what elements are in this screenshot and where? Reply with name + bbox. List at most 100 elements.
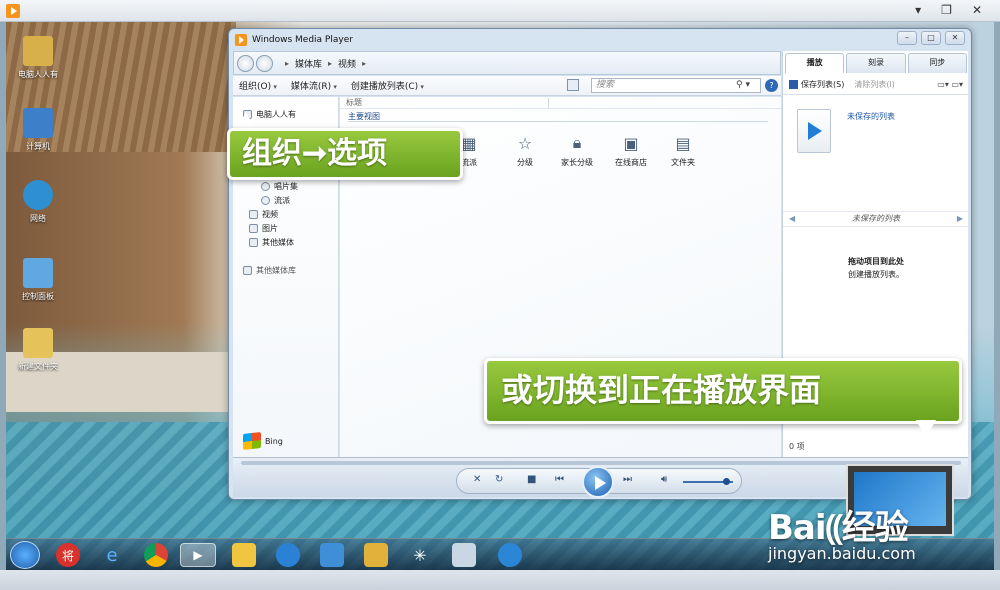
other-media-icon bbox=[249, 238, 258, 247]
back-button[interactable] bbox=[237, 54, 254, 72]
start-button[interactable] bbox=[10, 541, 40, 569]
ie-icon[interactable]: e bbox=[100, 543, 124, 567]
nav-other-libraries[interactable]: 其他媒体库 bbox=[243, 265, 296, 276]
tile-online-store[interactable]: ▣ 在线商店 bbox=[604, 133, 658, 168]
browser-icon[interactable] bbox=[276, 543, 300, 567]
genre-icon bbox=[261, 196, 270, 205]
tile-rating[interactable]: ☆ 分级 bbox=[498, 133, 552, 168]
next-icon[interactable]: ⏭ bbox=[623, 474, 632, 485]
picture-icon bbox=[249, 224, 258, 233]
callout-organize-options: 组织➞选项 bbox=[227, 128, 463, 180]
desktop-icon-control-panel[interactable]: 控制面板 bbox=[8, 258, 68, 302]
shuffle-icon[interactable]: ✕ bbox=[473, 474, 481, 485]
breadcrumb-arrow-icon: ▸ bbox=[362, 58, 367, 68]
paint-icon[interactable] bbox=[452, 543, 476, 567]
nav-item-video[interactable]: 视频 bbox=[249, 209, 278, 220]
nav-item-other-media[interactable]: 其他媒体 bbox=[249, 237, 294, 248]
explorer-icon[interactable] bbox=[364, 543, 388, 567]
breadcrumb-arrow-icon: ▸ bbox=[328, 58, 333, 68]
stream-menu[interactable]: 媒体流(R) bbox=[291, 79, 337, 92]
recorder-app-icon bbox=[6, 4, 20, 18]
tab-sync[interactable]: 同步 bbox=[907, 53, 967, 73]
view-options-icon[interactable] bbox=[567, 79, 579, 91]
outer-minimize-button[interactable]: ▾ bbox=[915, 3, 921, 17]
unsaved-list-title[interactable]: 未保存的列表 bbox=[847, 111, 895, 122]
tab-burn[interactable]: 刻录 bbox=[846, 53, 906, 73]
nav-label: 电脑人人有 bbox=[256, 110, 296, 119]
arrow-right-icon[interactable]: ▶ bbox=[957, 212, 963, 226]
desktop-icon-label: 控制面板 bbox=[22, 292, 54, 301]
nav-label: 图片 bbox=[262, 224, 278, 233]
nav-label: 其他媒体 bbox=[262, 238, 294, 247]
outer-window-controls: ▾ ❐ ✕ bbox=[915, 3, 982, 17]
column-header-title[interactable]: 标题 bbox=[340, 97, 781, 109]
wmp-title-text: Windows Media Player bbox=[252, 35, 353, 45]
create-playlist-menu[interactable]: 创建播放列表(C) bbox=[351, 79, 424, 92]
wmp-maximize-button[interactable]: □ bbox=[921, 31, 941, 45]
wmp-minimize-button[interactable]: – bbox=[897, 31, 917, 45]
wmp-titlebar: Windows Media Player bbox=[235, 32, 353, 48]
library-toolbar: 组织(O) 媒体流(R) 创建播放列表(C) 搜索 ⚲ ▾ ? bbox=[233, 76, 781, 96]
mute-icon[interactable]: 🔊︎ bbox=[661, 474, 667, 485]
outer-titlebar: ▾ ❐ ✕ bbox=[0, 0, 1000, 22]
wmp-close-button[interactable]: ✕ bbox=[945, 31, 965, 45]
app-icon-blue[interactable] bbox=[498, 543, 522, 567]
nav-item-pictures[interactable]: 图片 bbox=[249, 223, 278, 234]
baidu-watermark-url: jingyan.baidu.com bbox=[768, 544, 916, 563]
tile-label: 流派 bbox=[461, 158, 477, 167]
nav-label: 其他媒体库 bbox=[256, 266, 296, 275]
organize-menu[interactable]: 组织(O) bbox=[239, 79, 277, 92]
other-library-icon bbox=[243, 266, 252, 275]
drag-hint-title: 拖动项目到此处 bbox=[848, 257, 904, 266]
nav-label: 视频 bbox=[262, 210, 278, 219]
nav-item-genre[interactable]: 流派 bbox=[261, 195, 290, 206]
desktop-icon-user[interactable]: 电脑人人有 bbox=[8, 36, 68, 80]
desktop-icon-computer[interactable]: 计算机 bbox=[8, 108, 68, 152]
desktop-icon-new-folder[interactable]: 新建文件夹 bbox=[8, 328, 68, 372]
computer-icon bbox=[23, 108, 53, 138]
outer-close-button[interactable]: ✕ bbox=[972, 3, 982, 17]
outer-maximize-button[interactable]: ❐ bbox=[941, 3, 952, 17]
repeat-icon[interactable]: ↻ bbox=[495, 474, 503, 485]
stop-icon[interactable]: ■ bbox=[527, 474, 536, 485]
breadcrumb-library[interactable]: 媒体库 bbox=[295, 57, 322, 70]
item-count: 0 项 bbox=[789, 442, 805, 451]
store-icon: ▣ bbox=[623, 133, 639, 153]
volume-knob[interactable] bbox=[723, 478, 730, 485]
list-toolbar: 保存列表(S) 清除列表(I) ▭▾ ▭▾ bbox=[783, 75, 969, 95]
tab-play[interactable]: 播放 bbox=[785, 53, 845, 73]
playback-controls: ✕ ↻ ■ ⏮ ⏭ 🔊︎ bbox=[456, 466, 742, 498]
app-icon-red[interactable]: 将 bbox=[56, 543, 80, 567]
wmp-taskbar-icon[interactable]: ▶ bbox=[180, 543, 216, 567]
desktop-icon-network[interactable]: 网络 bbox=[8, 180, 68, 224]
windows-flag-icon bbox=[243, 432, 261, 450]
search-input[interactable]: 搜索 ⚲ ▾ bbox=[591, 78, 761, 93]
chrome-icon[interactable] bbox=[144, 543, 168, 567]
tile-label: 文件夹 bbox=[671, 158, 695, 167]
arrow-left-icon[interactable]: ◀ bbox=[789, 212, 795, 226]
baidu-watermark: Bai⸨经验 bbox=[768, 508, 909, 548]
settings-icon[interactable]: ✳ bbox=[408, 543, 432, 567]
wmp-window-controls: – □ ✕ bbox=[897, 31, 965, 45]
tile-parental-rating[interactable]: 🔒︎ 家长分级 bbox=[550, 133, 604, 168]
folder-icon[interactable] bbox=[232, 543, 256, 567]
previous-icon[interactable]: ⏮ bbox=[555, 474, 564, 485]
breadcrumb-video[interactable]: 视频 bbox=[338, 57, 356, 70]
help-icon[interactable]: ? bbox=[765, 79, 778, 92]
clear-list-button[interactable]: 清除列表(I) bbox=[854, 79, 895, 90]
display-icon[interactable] bbox=[320, 543, 344, 567]
nav-label: 唱片集 bbox=[274, 182, 298, 191]
tile-label: 在线商店 bbox=[615, 158, 647, 167]
list-pane-tabs: 播放 刻录 同步 bbox=[785, 53, 967, 73]
breadcrumb-arrow-icon: ▸ bbox=[285, 58, 290, 68]
play-button[interactable] bbox=[582, 466, 614, 498]
save-list-button[interactable]: 保存列表(S) bbox=[801, 79, 844, 90]
tile-folder[interactable]: ▤ 文件夹 bbox=[656, 133, 710, 168]
forward-button[interactable] bbox=[256, 54, 273, 72]
list-options-icon[interactable]: ▭▾ ▭▾ bbox=[937, 80, 963, 89]
network-icon bbox=[23, 180, 53, 210]
nav-item-album[interactable]: 唱片集 bbox=[261, 181, 298, 192]
navigation-bar: ▸ 媒体库 ▸ 视频 ▸ bbox=[233, 51, 781, 75]
search-icon[interactable]: ⚲ ▾ bbox=[736, 79, 750, 92]
bing-link[interactable]: Bing bbox=[243, 432, 283, 450]
